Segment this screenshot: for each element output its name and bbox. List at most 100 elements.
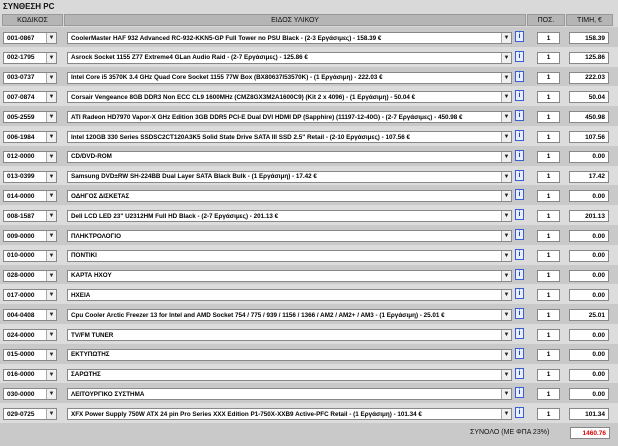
info-icon[interactable]: i [515,288,524,300]
code-select[interactable]: 028-0000 ▼ [3,269,57,282]
chevron-down-icon[interactable]: ▼ [501,112,511,123]
info-icon[interactable]: i [515,248,524,260]
chevron-down-icon[interactable]: ▼ [46,369,56,380]
info-icon[interactable]: i [515,189,524,201]
quantity-input[interactable]: 1 [537,91,560,104]
code-select[interactable]: 014-0000 ▼ [3,190,57,203]
quantity-input[interactable]: 1 [537,329,560,341]
code-select[interactable]: 017-0000 ▼ [3,289,57,302]
chevron-down-icon[interactable]: ▼ [46,33,56,43]
chevron-down-icon[interactable]: ▼ [46,231,56,241]
info-icon[interactable]: i [515,328,524,339]
chevron-down-icon[interactable]: ▼ [46,112,56,123]
quantity-input[interactable]: 1 [537,289,560,302]
info-icon[interactable]: i [515,308,524,320]
item-select[interactable]: ΠΛΗΚΤΡΟΛΟΓΙΟ ▼ [67,230,512,242]
quantity-input[interactable]: 1 [537,408,560,421]
code-select[interactable]: 030-0000 ▼ [3,388,57,401]
item-select[interactable]: ATI Radeon HD7970 Vapor-X GHz Edition 3G… [67,111,512,124]
chevron-down-icon[interactable]: ▼ [501,290,511,301]
info-icon[interactable]: i [515,110,524,122]
info-icon[interactable]: i [515,209,524,221]
item-select[interactable]: CD/DVD-ROM ▼ [67,150,512,163]
chevron-down-icon[interactable]: ▼ [46,409,56,420]
item-select[interactable]: CoolerMaster HAF 932 Advanced RC-932-KKN… [67,32,512,44]
code-select[interactable]: 010-0000 ▼ [3,249,57,262]
quantity-input[interactable]: 1 [537,131,560,143]
item-select[interactable]: Cpu Cooler Arctic Freezer 13 for Intel a… [67,309,512,322]
info-icon[interactable]: i [515,169,524,181]
quantity-input[interactable]: 1 [537,348,560,361]
info-icon[interactable]: i [515,347,524,359]
item-select[interactable]: ΕΚΤΥΠΩΤΗΣ ▼ [67,348,512,361]
chevron-down-icon[interactable]: ▼ [46,270,56,281]
code-select[interactable]: 004-0408 ▼ [3,309,57,322]
chevron-down-icon[interactable]: ▼ [46,52,56,63]
code-select[interactable]: 003-0737 ▼ [3,71,57,84]
code-select[interactable]: 001-0867 ▼ [3,32,57,44]
quantity-input[interactable]: 1 [537,111,560,124]
info-icon[interactable]: i [515,130,524,141]
quantity-input[interactable]: 1 [537,309,560,322]
chevron-down-icon[interactable]: ▼ [46,171,56,182]
item-select[interactable]: TV/FM TUNER ▼ [67,329,512,341]
chevron-down-icon[interactable]: ▼ [46,250,56,261]
quantity-input[interactable]: 1 [537,230,560,242]
quantity-input[interactable]: 1 [537,150,560,163]
item-select[interactable]: ΚΑΡΤΑ ΗΧΟΥ ▼ [67,269,512,282]
chevron-down-icon[interactable]: ▼ [501,389,511,400]
code-select[interactable]: 009-0000 ▼ [3,230,57,242]
chevron-down-icon[interactable]: ▼ [46,151,56,162]
chevron-down-icon[interactable]: ▼ [46,310,56,321]
chevron-down-icon[interactable]: ▼ [501,191,511,202]
chevron-down-icon[interactable]: ▼ [501,409,511,420]
code-select[interactable]: 007-0874 ▼ [3,91,57,104]
chevron-down-icon[interactable]: ▼ [501,171,511,182]
info-icon[interactable]: i [515,70,524,82]
code-select[interactable]: 013-0399 ▼ [3,170,57,183]
item-select[interactable]: ΟΔΗΓΟΣ ΔΙΣΚΕΤΑΣ ▼ [67,190,512,203]
chevron-down-icon[interactable]: ▼ [46,191,56,202]
info-icon[interactable]: i [515,31,524,42]
item-select[interactable]: ΛΕΙΤΟΥΡΓΙΚΟ ΣΥΣΤΗΜΑ ▼ [67,388,512,401]
item-select[interactable]: Dell LCD LED 23" U2312HM Full HD Black -… [67,210,512,223]
chevron-down-icon[interactable]: ▼ [501,92,511,103]
info-icon[interactable]: i [515,387,524,399]
item-select[interactable]: Samsung DVD±RW SH-224BB Dual Layer SATA … [67,170,512,183]
item-select[interactable]: Intel 120GB 330 Series SSDSC2CT120A3K5 S… [67,131,512,143]
chevron-down-icon[interactable]: ▼ [46,132,56,142]
item-select[interactable]: XFX Power Supply 750W ATX 24 pin Pro Ser… [67,408,512,421]
chevron-down-icon[interactable]: ▼ [46,72,56,83]
chevron-down-icon[interactable]: ▼ [501,330,511,340]
chevron-down-icon[interactable]: ▼ [501,250,511,261]
chevron-down-icon[interactable]: ▼ [46,389,56,400]
chevron-down-icon[interactable]: ▼ [46,290,56,301]
chevron-down-icon[interactable]: ▼ [501,72,511,83]
info-icon[interactable]: i [515,229,524,240]
quantity-input[interactable]: 1 [537,51,560,64]
info-icon[interactable]: i [515,50,524,62]
chevron-down-icon[interactable]: ▼ [501,310,511,321]
code-select[interactable]: 005-2559 ▼ [3,111,57,124]
chevron-down-icon[interactable]: ▼ [501,52,511,63]
code-select[interactable]: 006-1984 ▼ [3,131,57,143]
code-select[interactable]: 029-0725 ▼ [3,408,57,421]
chevron-down-icon[interactable]: ▼ [501,369,511,380]
chevron-down-icon[interactable]: ▼ [501,151,511,162]
chevron-down-icon[interactable]: ▼ [46,349,56,360]
quantity-input[interactable]: 1 [537,190,560,203]
code-select[interactable]: 016-0000 ▼ [3,368,57,381]
chevron-down-icon[interactable]: ▼ [501,211,511,222]
chevron-down-icon[interactable]: ▼ [46,92,56,103]
code-select[interactable]: 024-0000 ▼ [3,329,57,341]
chevron-down-icon[interactable]: ▼ [501,33,511,43]
quantity-input[interactable]: 1 [537,249,560,262]
quantity-input[interactable]: 1 [537,32,560,44]
info-icon[interactable]: i [515,407,524,419]
quantity-input[interactable]: 1 [537,210,560,223]
info-icon[interactable]: i [515,268,524,280]
code-select[interactable]: 002-1795 ▼ [3,51,57,64]
chevron-down-icon[interactable]: ▼ [501,132,511,142]
info-icon[interactable]: i [515,90,524,102]
code-select[interactable]: 012-0000 ▼ [3,150,57,163]
